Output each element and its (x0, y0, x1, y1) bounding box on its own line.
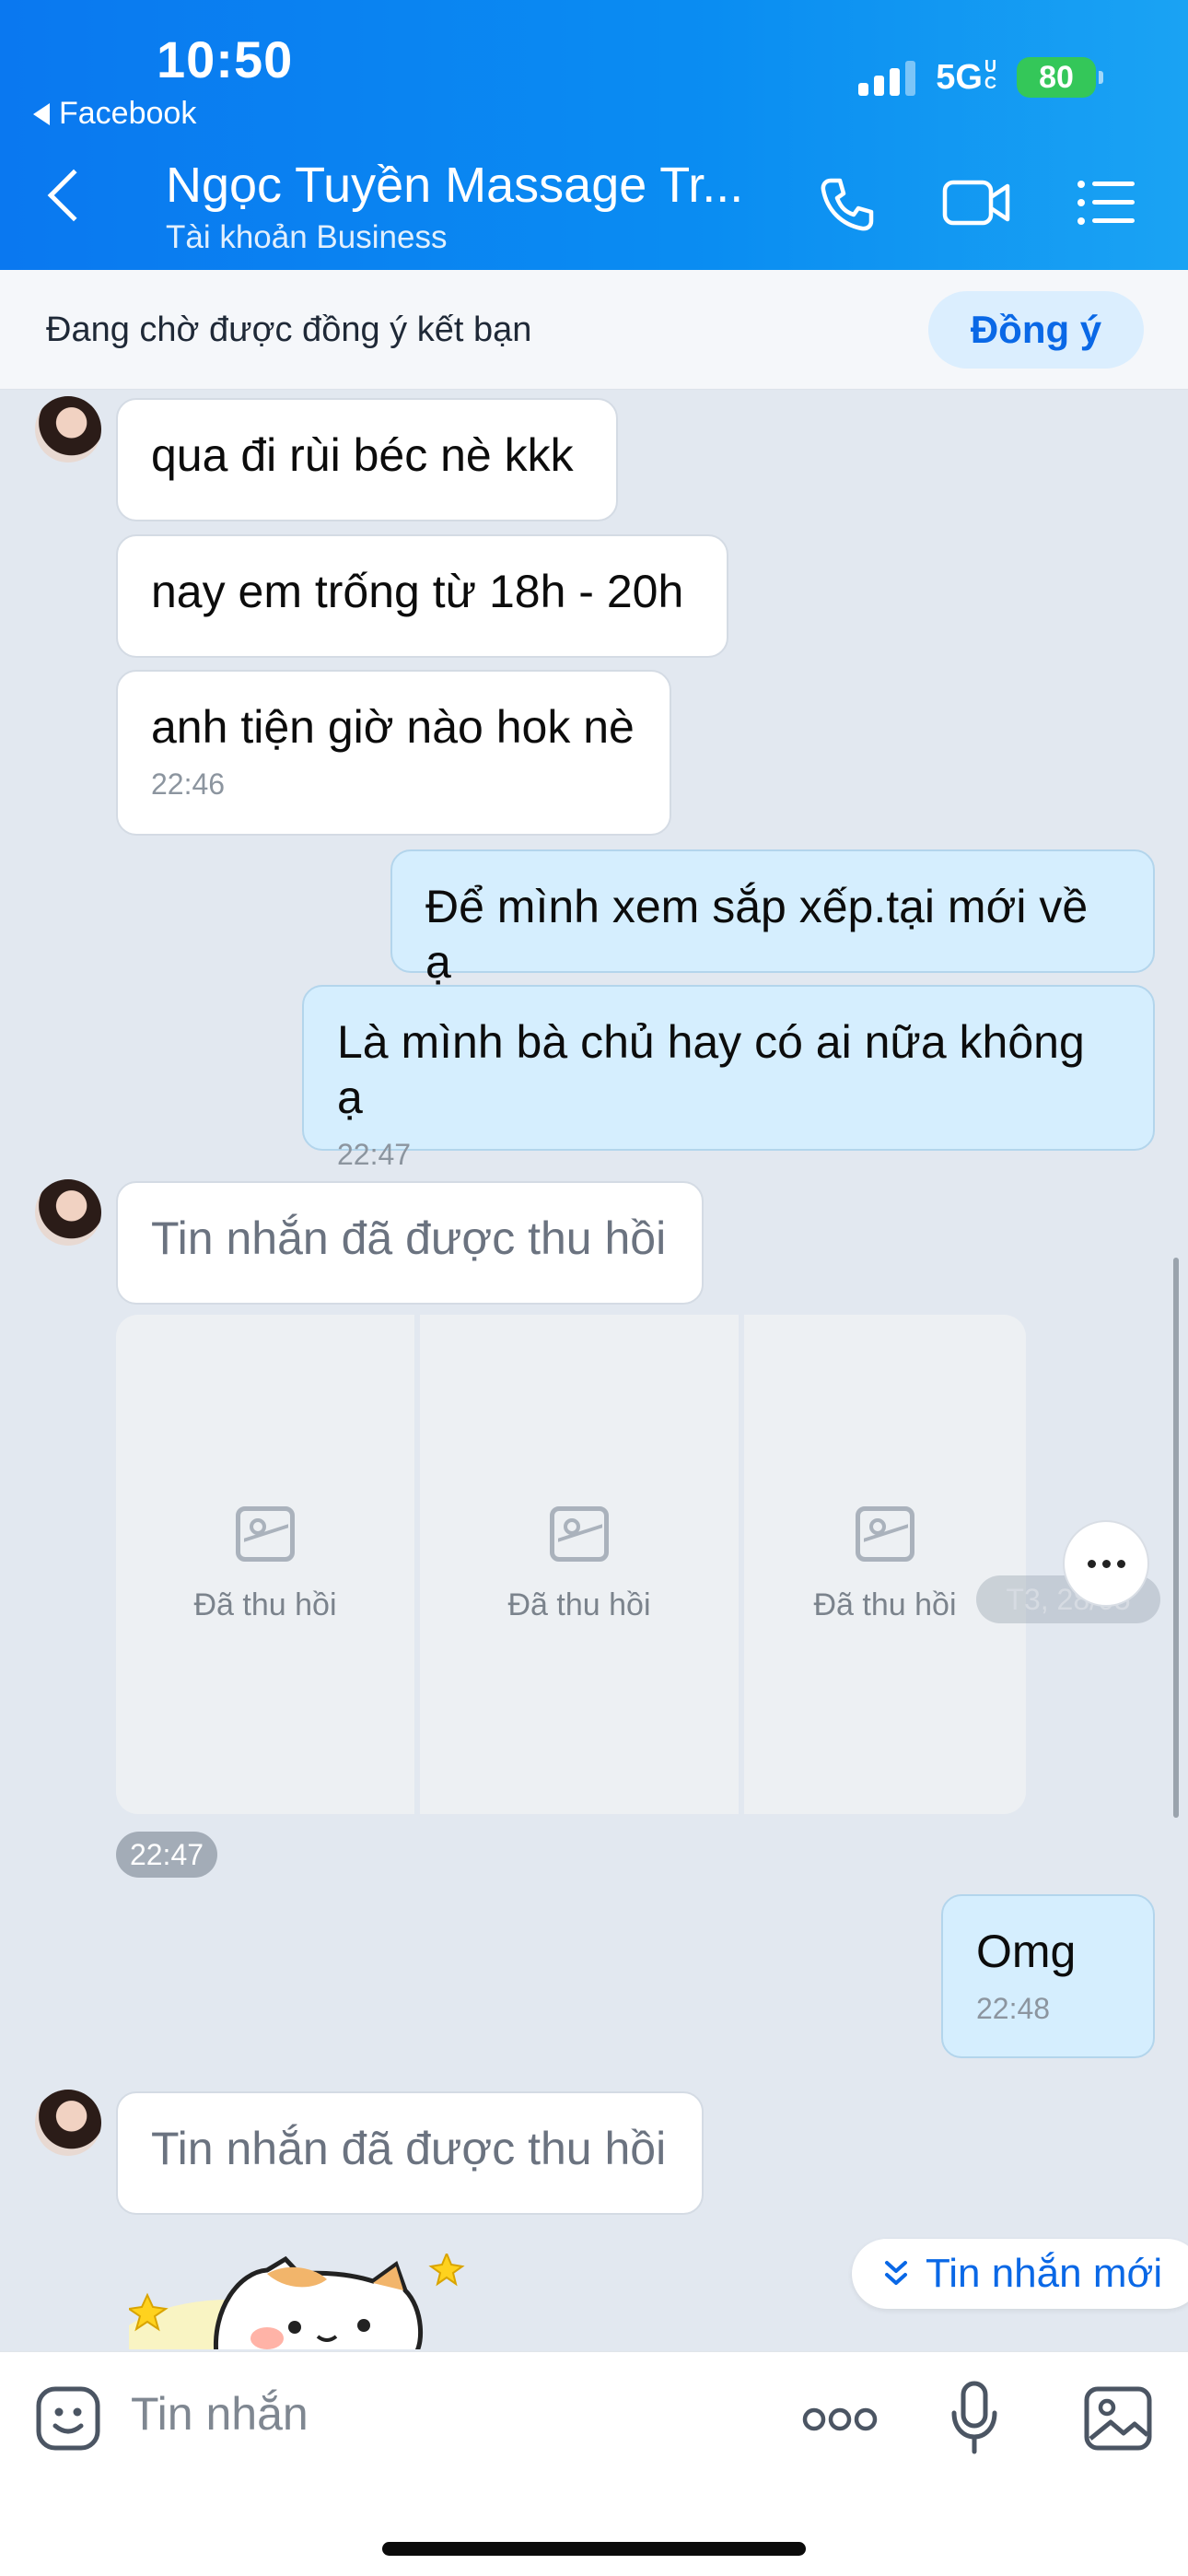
network-sub-2: C (984, 73, 996, 92)
contact-name[interactable]: Ngọc Tuyền Massage Tr... (166, 157, 743, 214)
recalled-image[interactable]: Đã thu hồi (116, 1315, 414, 1814)
dot-icon (1101, 1559, 1111, 1568)
image-placeholder-icon (236, 1506, 295, 1562)
recalled-message[interactable]: Tin nhắn đã được thu hồi (116, 1181, 704, 1305)
message-time: 22:47 (337, 1138, 412, 1171)
network-type: 5G UC (936, 58, 996, 98)
message-text: nay em trống từ 18h - 20h (151, 566, 684, 617)
image-time: 22:47 (116, 1832, 217, 1878)
friend-request-text: Đang chờ được đồng ý kết bạn (46, 310, 532, 349)
contact-avatar[interactable] (35, 2090, 101, 2156)
more-actions-icon[interactable] (801, 2406, 879, 2433)
phone-call-icon[interactable] (818, 175, 877, 234)
chat-header: 10:50 Facebook 5G UC 80 Ngọc Tuyền Massa… (0, 0, 1188, 270)
status-time: 10:50 (157, 30, 294, 88)
contact-subtitle: Tài khoản Business (166, 219, 448, 255)
dot-icon (1116, 1559, 1125, 1568)
new-messages-button[interactable]: Tin nhắn mới (852, 2239, 1188, 2309)
sticker-emoji-icon[interactable] (35, 2385, 101, 2452)
cat-sticker[interactable] (129, 2254, 470, 2349)
chat-scrollbar[interactable] (1173, 1258, 1179, 1818)
double-chevron-down-icon (885, 2261, 907, 2285)
microphone-icon[interactable] (949, 2380, 1000, 2457)
message-time: 22:46 (151, 767, 226, 801)
battery-icon: 80 (1017, 57, 1103, 98)
back-chevron-icon[interactable] (47, 169, 100, 222)
message-text: Tin nhắn đã được thu hồi (151, 1212, 667, 1264)
more-options-button[interactable] (1063, 1520, 1149, 1607)
battery-level: 80 (1039, 59, 1074, 95)
image-placeholder-icon (856, 1506, 914, 1562)
image-placeholder-icon (550, 1506, 609, 1562)
gallery-image-icon[interactable] (1083, 2385, 1153, 2452)
back-app-label: Facebook (59, 96, 197, 131)
recalled-image-grid: Đã thu hồi Đã thu hồi Đã thu hồi (116, 1315, 1026, 1814)
new-messages-label: Tin nhắn mới (926, 2251, 1163, 2296)
cellular-signal-icon (858, 59, 916, 96)
message-text: Là mình bà chủ hay có ai nữa không ạ (337, 1016, 1085, 1123)
recalled-message[interactable]: Tin nhắn đã được thu hồi (116, 2091, 704, 2215)
incoming-message[interactable]: nay em trống từ 18h - 20h (116, 534, 728, 658)
video-call-icon[interactable] (941, 175, 1013, 230)
message-input[interactable]: Tin nhắn (131, 2387, 309, 2441)
status-indicators: 5G UC 80 (858, 57, 1103, 98)
menu-list-icon[interactable] (1076, 175, 1136, 230)
message-text: anh tiện giờ nào hok nè (151, 701, 635, 753)
dot-icon (1087, 1559, 1096, 1568)
message-text: Để mình xem sắp xếp.tại mới về ạ (425, 881, 1089, 988)
incoming-message[interactable]: qua đi rùi béc nè kkk (116, 398, 618, 521)
outgoing-message[interactable]: Để mình xem sắp xếp.tại mới về ạ (390, 849, 1155, 988)
recalled-image[interactable]: Đã thu hồi (744, 1315, 1026, 1814)
back-triangle-icon (33, 102, 50, 125)
network-label: 5G (936, 57, 983, 97)
outgoing-message[interactable]: Omg 22:48 (941, 1894, 1155, 2058)
recalled-image-label: Đã thu hồi (193, 1587, 337, 1622)
message-text: Tin nhắn đã được thu hồi (151, 2123, 667, 2174)
back-to-app-link[interactable]: Facebook (33, 96, 196, 132)
message-text: Omg (976, 1926, 1077, 1977)
incoming-message[interactable]: anh tiện giờ nào hok nè 22:46 (116, 670, 671, 836)
message-time: 22:48 (976, 1992, 1051, 2025)
contact-avatar[interactable] (35, 1179, 101, 1246)
outgoing-message[interactable]: Là mình bà chủ hay có ai nữa không ạ 22:… (302, 985, 1155, 1171)
recalled-image-label: Đã thu hồi (507, 1587, 651, 1622)
accept-friend-button[interactable]: Đồng ý (928, 291, 1144, 369)
contact-avatar[interactable] (35, 396, 101, 463)
network-sub-1: U (984, 56, 996, 76)
friend-request-bar: Đang chờ được đồng ý kết bạn Đồng ý (0, 270, 1188, 390)
message-text: qua đi rùi béc nè kkk (151, 429, 574, 481)
home-indicator (382, 2542, 806, 2556)
recalled-image[interactable]: Đã thu hồi (420, 1315, 739, 1814)
